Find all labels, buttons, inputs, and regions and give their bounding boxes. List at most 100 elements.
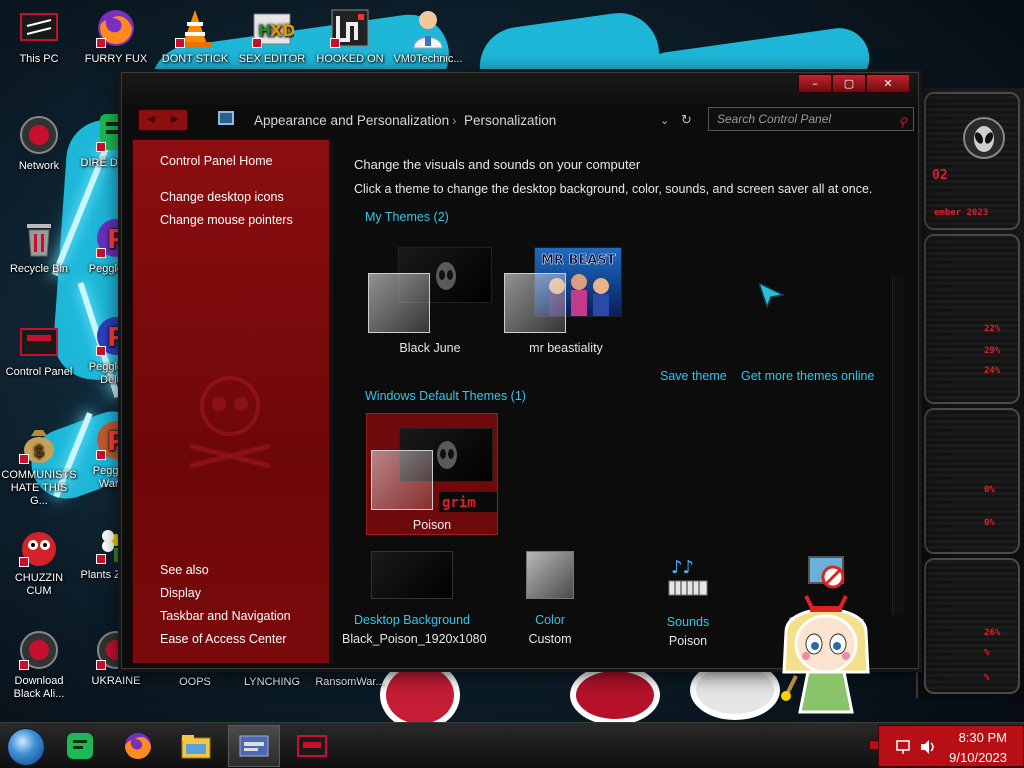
desktop-icon-furry-fux[interactable]: FURRY FUX xyxy=(78,6,154,66)
change-mouse-pointers-link[interactable]: Change mouse pointers xyxy=(160,213,293,227)
search-input[interactable]: Search Control Panel ⚲ xyxy=(708,107,914,131)
desktop-icon-label: Control Panel xyxy=(5,366,73,378)
mouse-cursor-icon xyxy=(759,283,786,309)
breadcrumb-personalization[interactable]: Personalization xyxy=(464,113,556,128)
network-tray-icon[interactable] xyxy=(895,739,913,755)
start-orb-button[interactable] xyxy=(7,728,45,766)
desktop-icon-dont-stick[interactable]: DONT STICK xyxy=(157,6,233,66)
svg-text:$: $ xyxy=(33,441,44,460)
breadcrumb-appearance[interactable]: Appearance and Personalization xyxy=(254,113,449,128)
svg-text:MR BEAST: MR BEAST xyxy=(541,253,616,268)
themes-scrollbar[interactable] xyxy=(892,277,904,615)
personalization-content: Change the visuals and sounds on your co… xyxy=(334,139,906,664)
save-theme-link[interactable]: Save theme xyxy=(660,369,727,383)
theme-name: Black June xyxy=(399,341,461,355)
color-swatch-icon xyxy=(526,551,574,599)
desktop-icon-label: HOOKED ON xyxy=(316,53,384,65)
desktop-icon-label: VM0Technic... xyxy=(393,53,463,65)
ease-of-access-link[interactable]: Ease of Access Center xyxy=(160,632,286,646)
maximize-button[interactable]: ▢ xyxy=(832,74,866,93)
theme-mr-beastiality[interactable]: MR BEAST mr beastiality xyxy=(500,243,632,365)
sounds-label[interactable]: Sounds xyxy=(618,615,758,629)
theme-poison[interactable]: grim Poison xyxy=(366,413,498,535)
chevron-down-icon[interactable]: ⌄ xyxy=(660,114,669,127)
desktop-icon-label: LYNCHING xyxy=(243,676,301,688)
cartoon-character-sticker-icon xyxy=(781,595,870,714)
firefox-icon xyxy=(125,733,151,759)
desktop-icon-label: RansomWar... xyxy=(315,676,385,688)
desktop-icon-network[interactable]: Network xyxy=(1,113,77,173)
theme-black-june[interactable]: Black June xyxy=(364,243,496,365)
desktop-icon-label: COMMUNISTS HATE THIS G... xyxy=(1,469,77,507)
computer-icon xyxy=(17,6,61,50)
desktop-icon-communists[interactable]: $ COMMUNISTS HATE THIS G... xyxy=(1,422,77,508)
vlc-cone-icon xyxy=(173,6,217,50)
taskbar-alienware-app[interactable] xyxy=(286,725,338,767)
chuzzle-icon xyxy=(17,525,61,569)
see-also-heading: See also xyxy=(160,563,209,577)
desktop-background-label[interactable]: Desktop Background xyxy=(342,613,482,627)
minimize-button[interactable]: – xyxy=(798,74,832,93)
desktop-icon-this-pc[interactable]: This PC xyxy=(1,6,77,66)
color-label[interactable]: Color xyxy=(480,613,620,627)
desktop-background-setting[interactable]: Desktop Background Black_Poison_1920x108… xyxy=(342,551,487,646)
breadcrumb-separator: › xyxy=(452,113,457,128)
desktop-icon-chuzzin[interactable]: CHUZZIN CUM xyxy=(1,525,77,598)
volume-icon[interactable] xyxy=(919,739,937,755)
maze-game-icon xyxy=(328,6,372,50)
desktop-icon-label: CHUZZIN CUM xyxy=(14,572,64,597)
color-setting[interactable]: Color Custom xyxy=(480,551,620,646)
search-icon[interactable]: ⚲ xyxy=(898,111,907,133)
control-panel-small-icon xyxy=(218,111,234,125)
back-arrow-icon[interactable]: ◀ xyxy=(139,110,163,130)
nav-buttons: ◀ ▶ xyxy=(138,109,188,131)
forward-arrow-icon[interactable]: ▶ xyxy=(163,110,187,130)
clock-time[interactable]: 8:30 PM xyxy=(959,730,1007,745)
display-link[interactable]: Display xyxy=(160,586,201,600)
get-more-themes-link[interactable]: Get more themes online xyxy=(741,369,874,383)
network-icon xyxy=(17,113,61,157)
hxd-icon: H XD xyxy=(250,6,296,50)
control-panel-home-link[interactable]: Control Panel Home xyxy=(160,154,273,168)
desktop-icon-recycle-bin[interactable]: Recycle Bin xyxy=(1,216,77,276)
alienware-app-icon xyxy=(297,735,327,757)
desktop-icon-label: This PC xyxy=(19,53,59,65)
desktop-icon-ransomware[interactable]: RansomWar... xyxy=(312,676,388,689)
clock-date[interactable]: 9/10/2023 xyxy=(949,750,1007,765)
desktop-icon-label: Network xyxy=(18,160,60,172)
desktop-icon-label: DONT STICK xyxy=(161,53,229,65)
theme-color-swatch xyxy=(371,450,433,510)
desktop-icon-hooked-on[interactable]: HOOKED ON xyxy=(312,6,388,66)
background-thumbnail xyxy=(371,551,453,599)
desktop-icon-label: FURRY FUX xyxy=(84,53,148,65)
desktop-icon-lynching[interactable]: LYNCHING xyxy=(234,676,310,689)
desktop-icon-sex-editor[interactable]: H XD SEX EDITOR xyxy=(234,6,310,66)
sounds-music-icon: ♪♪ xyxy=(668,557,708,596)
taskbar-firefox[interactable] xyxy=(112,725,164,767)
default-themes-heading[interactable]: Windows Default Themes (1) xyxy=(365,389,526,403)
taskbar: 8:30 PM 9/10/2023 xyxy=(0,722,1024,768)
desktop-icon-label: Download Black Ali... xyxy=(13,675,65,700)
desktop-icon-control-panel[interactable]: Control Panel xyxy=(1,319,77,379)
control-panel-window: – ▢ ✕ ◀ ▶ Appearance and Personalization… xyxy=(121,72,919,669)
window-title-bar[interactable]: – ▢ ✕ xyxy=(122,73,918,105)
control-panel-window-icon xyxy=(239,735,269,757)
taskbar-sticky-notes[interactable] xyxy=(54,725,106,767)
sounds-setting[interactable]: ♪♪ Sounds Poison xyxy=(618,557,758,648)
my-themes-heading[interactable]: My Themes (2) xyxy=(365,210,449,224)
control-panel-icon xyxy=(17,319,61,363)
recycle-bin-icon xyxy=(17,216,61,260)
taskbar-file-explorer[interactable] xyxy=(170,725,222,767)
sounds-value: Poison xyxy=(668,634,708,648)
taskbar-control-panel[interactable] xyxy=(228,725,280,767)
close-button[interactable]: ✕ xyxy=(866,74,910,93)
alienware-gadget: 02 ember 2023 22% 29% 24% 0% 0% 26% % % xyxy=(916,88,1024,698)
change-desktop-icons-link[interactable]: Change desktop icons xyxy=(160,190,284,204)
desktop-icon-oops[interactable]: OOPS xyxy=(157,676,233,689)
refresh-icon[interactable]: ↻ xyxy=(681,113,692,128)
desktop-icon-download-black[interactable]: Download Black Ali... xyxy=(1,628,77,701)
notes-app-icon xyxy=(67,733,93,759)
taskbar-navigation-link[interactable]: Taskbar and Navigation xyxy=(160,609,291,623)
system-tray: 8:30 PM 9/10/2023 xyxy=(878,725,1024,767)
desktop-icon-vm0technic[interactable]: VM0Technic... xyxy=(390,6,466,66)
